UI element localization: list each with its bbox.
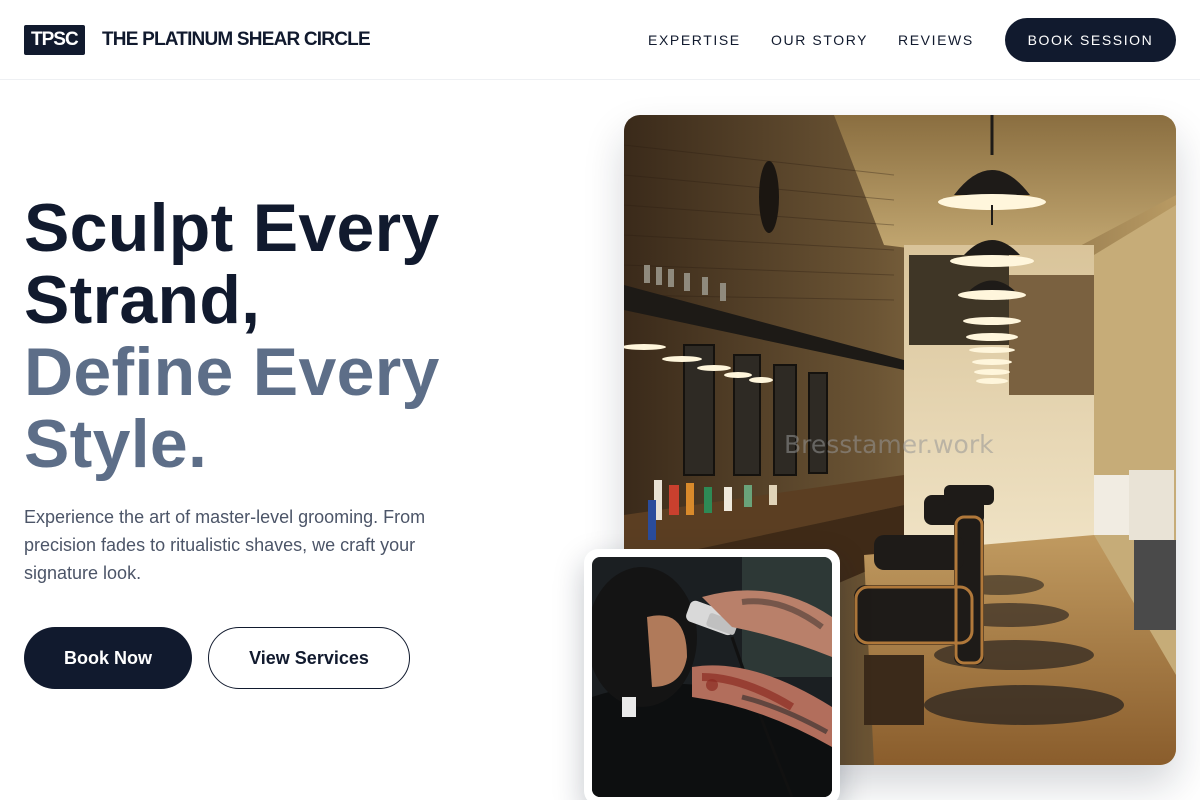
nav-link-expertise[interactable]: EXPERTISE	[648, 32, 741, 48]
barber-at-work-image	[592, 557, 832, 797]
hero-title-line-3: Define Every	[24, 334, 440, 410]
hero-title-line-4: Style.	[24, 406, 208, 482]
nav-link-reviews[interactable]: REVIEWS	[898, 32, 974, 48]
book-session-button[interactable]: BOOK SESSION	[1005, 18, 1176, 62]
inset-photo-card	[584, 549, 840, 800]
brand-name[interactable]: THE PLATINUM SHEAR CIRCLE	[102, 29, 371, 51]
hero-subtitle: Experience the art of master-level groom…	[24, 507, 426, 583]
hero-title-line-2: Strand,	[24, 262, 261, 338]
book-now-button[interactable]: Book Now	[24, 627, 192, 689]
view-services-button[interactable]: View Services	[208, 627, 410, 689]
image-watermark: Bresstamer.work	[784, 430, 994, 459]
site-header: TPSC THE PLATINUM SHEAR CIRCLE EXPERTISE…	[0, 0, 1200, 80]
hero-title-line-1: Sculpt Every	[24, 190, 440, 266]
nav-link-our-story[interactable]: OUR STORY	[771, 32, 868, 48]
hero-title: Sculpt Every Strand, Define Every Style.	[24, 192, 440, 480]
logo-badge[interactable]: TPSC	[24, 25, 85, 55]
